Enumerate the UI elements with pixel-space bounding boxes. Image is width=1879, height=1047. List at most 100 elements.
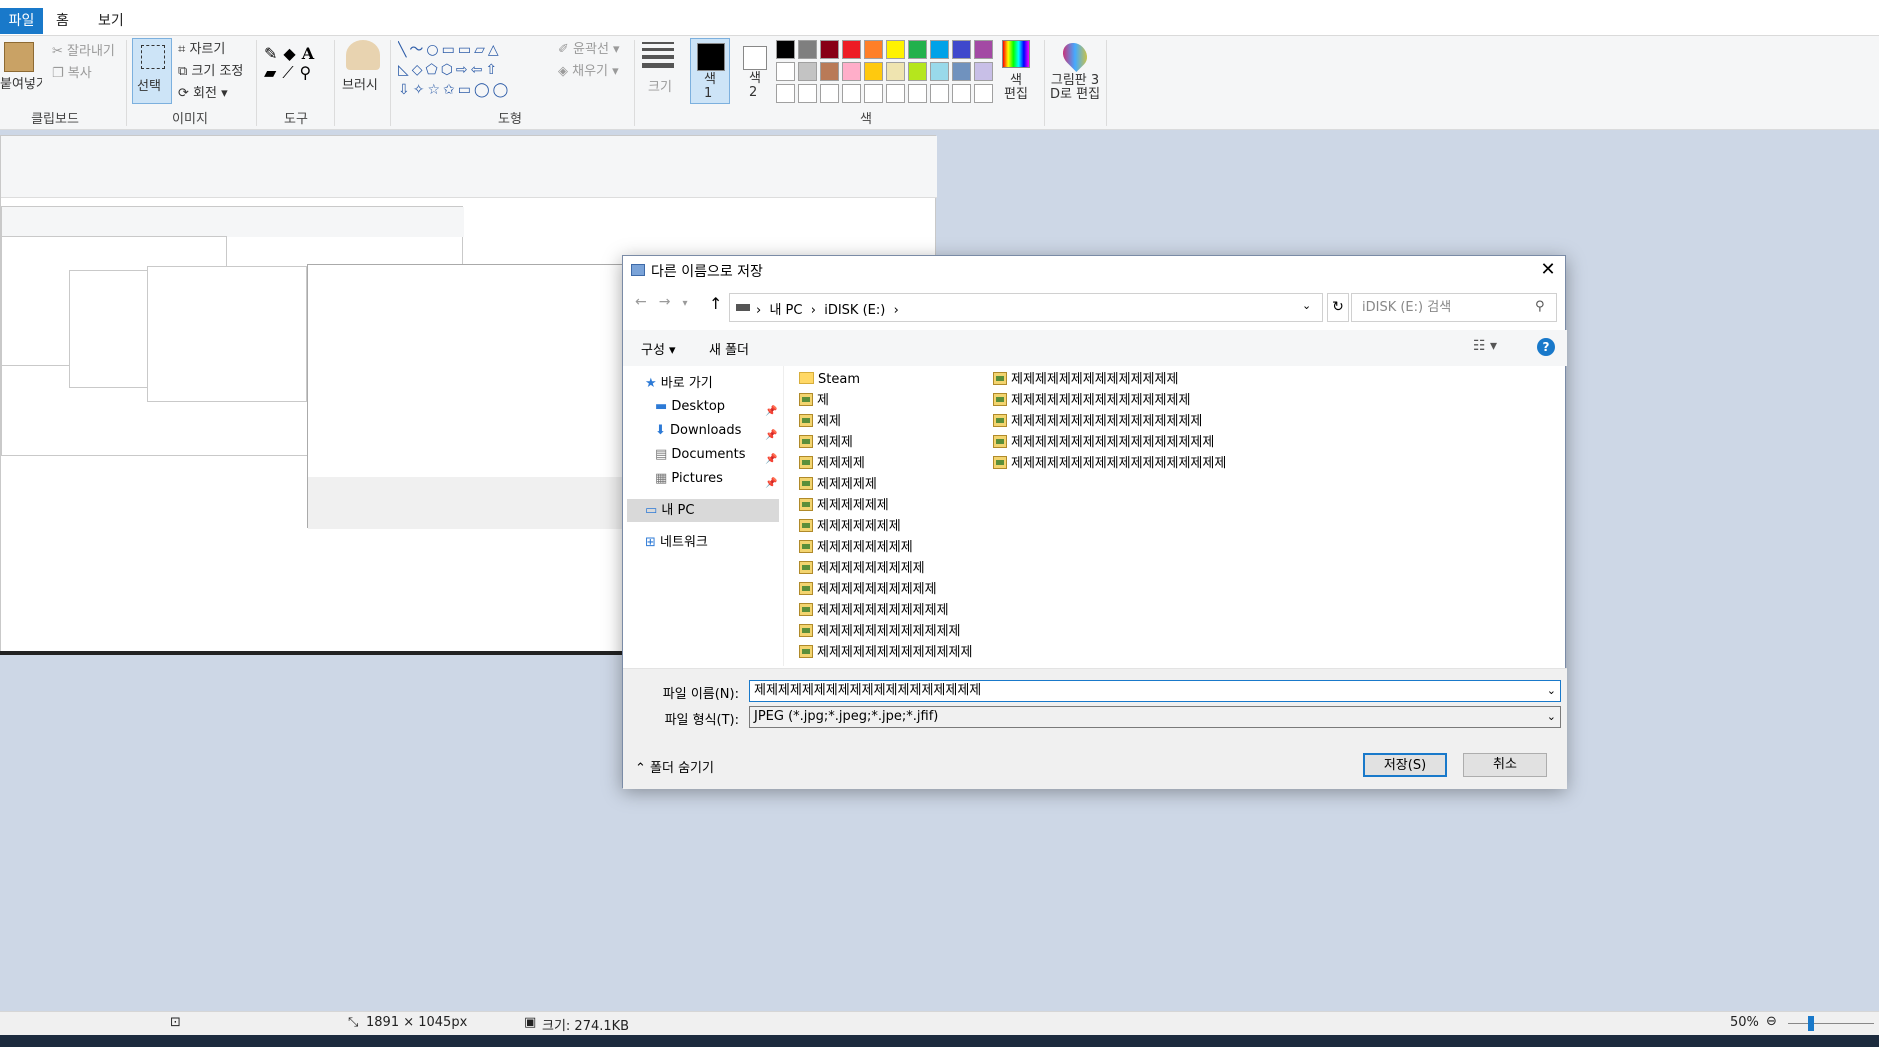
folder-item[interactable]: Steam [799,370,860,390]
color-picker-icon[interactable]: ⟋ [282,63,299,82]
palette-swatch[interactable] [974,62,993,81]
palette-swatch[interactable] [776,84,795,103]
palette-swatch[interactable] [820,84,839,103]
file-item[interactable]: 제제제제제제제제제제 [799,580,937,600]
shapes-gallery[interactable]: ╲〜○▭▭▱△ ◺◇⬠⬡⇨⇦⇧ ⇩✧☆✩▭◯◯ [398,40,546,100]
select-button[interactable]: 선택 [132,38,172,104]
nav-documents[interactable]: ▤ Documents [655,443,746,466]
palette-swatch[interactable] [776,40,795,59]
file-item[interactable]: 제제제제 [799,454,865,474]
palette-swatch[interactable] [952,62,971,81]
paste-button[interactable]: 붙여넣기 [0,73,42,92]
hide-folders-button[interactable]: ⌃ 폴더 숨기기 [635,757,714,776]
nav-quick-access[interactable]: ★ 바로 가기 [645,372,713,395]
fill-icon[interactable]: ◆ [283,44,301,63]
filename-input[interactable]: 제제제제제제제제제제제제제제제제제제제 ⌄ [749,680,1561,702]
file-item[interactable]: 제제제 [799,433,853,453]
close-icon[interactable]: ✕ [1531,256,1565,284]
brushes-button[interactable]: 브러시 [342,74,378,93]
zoom-out-icon[interactable]: ⊖ [1766,1014,1777,1029]
copy-button[interactable]: ❐ 복사 [52,62,92,81]
paint3d-button[interactable]: 그림판 3 D로 편집 [1050,74,1100,102]
file-item[interactable]: 제제제제제제제제제제제 [799,601,949,621]
cut-button[interactable]: ✂ 잘라내기 [52,40,115,59]
nav-pictures[interactable]: ▦ Pictures [655,467,723,490]
crop-button[interactable]: ⌗ 자르기 [178,38,225,57]
file-item[interactable]: 제제 [799,412,841,432]
file-item[interactable]: 제제제제제제제제제 [799,559,925,579]
chevron-down-icon[interactable]: ▾ [682,298,699,309]
nav-desktop[interactable]: ▬ Desktop [655,395,725,418]
search-input[interactable]: iDISK (E:) 검색 [1351,293,1557,322]
palette-swatch[interactable] [842,62,861,81]
size-button[interactable]: 크기 [648,76,672,95]
palette-swatch[interactable] [974,40,993,59]
chevron-down-icon[interactable]: ⌄ [1547,681,1556,701]
save-button[interactable]: 저장(S) [1363,753,1447,777]
cancel-button[interactable]: 취소 [1463,753,1547,777]
file-list[interactable]: Steam 제 제제 제제제 제제제제 제제제제제 제제제제제제 제제제제제제제 제제제제제제제… [799,366,1559,666]
palette-swatch[interactable] [886,40,905,59]
fill-button[interactable]: ◈ 채우기 ▾ [558,60,619,79]
edit-colors-button[interactable]: 색 편집 [1004,74,1028,102]
palette-swatch[interactable] [952,40,971,59]
file-item[interactable]: 제제제제제제제제제제제제제제제제제 [993,433,1214,453]
palette-swatch[interactable] [886,62,905,81]
palette-swatch[interactable] [930,84,949,103]
file-item[interactable]: 제제제제제제제제제제제제제제 [993,370,1178,390]
palette-swatch[interactable] [776,62,795,81]
pencil-icon[interactable]: ✎ [264,44,283,63]
arrow-shape-icon[interactable]: ⇩✧☆✩▭◯◯ [398,82,511,98]
palette-swatch[interactable] [864,62,883,81]
view-options-icon[interactable]: ☷ ▾ [1473,338,1497,354]
file-item[interactable]: 제제제제제제제제 [799,538,913,558]
file-item[interactable]: 제 [799,391,829,411]
outline-button[interactable]: ✐ 윤곽선 ▾ [558,38,620,57]
line-shape-icon[interactable]: ╲〜○▭▭▱△ [398,42,502,58]
up-arrow-icon[interactable]: ↑ [709,294,722,313]
tab-home[interactable]: 홈 [56,8,69,34]
back-arrow-icon[interactable]: ← [635,294,659,310]
file-item[interactable]: 제제제제제 [799,475,877,495]
help-icon[interactable]: ? [1537,338,1555,356]
triangle-shape-icon[interactable]: ◺◇⬠⬡⇨⇦⇧ [398,62,500,78]
palette-swatch[interactable] [798,62,817,81]
forward-arrow-icon[interactable]: → [659,294,683,310]
file-item[interactable]: 제제제제제제제 [799,517,901,537]
nav-downloads[interactable]: ⬇ Downloads [655,419,741,442]
filetype-select[interactable]: JPEG (*.jpg;*.jpeg;*.jpe;*.jfif) ⌄ [749,706,1561,728]
palette-swatch[interactable] [886,84,905,103]
text-icon[interactable]: A [302,44,320,63]
rotate-button[interactable]: ⟳ 회전 ▾ [178,82,228,101]
palette-swatch[interactable] [864,84,883,103]
palette-swatch[interactable] [820,40,839,59]
chevron-down-icon[interactable]: ⌄ [1302,299,1311,312]
nav-this-pc[interactable]: ▭ 내 PC [645,499,694,522]
palette-swatch[interactable] [930,62,949,81]
magnifier-icon[interactable]: ⚲ [300,63,318,82]
file-item[interactable]: 제제제제제제제제제제제제제제제제 [993,412,1202,432]
eraser-icon[interactable]: ▰ [264,63,282,82]
palette-swatch[interactable] [908,84,927,103]
breadcrumb-item-idisk[interactable]: iDISK (E:) [824,303,885,318]
breadcrumb-item-thispc[interactable]: 내 PC [769,303,802,318]
palette-swatch[interactable] [798,40,817,59]
color2-button[interactable]: 색 2 [740,38,770,104]
palette-swatch[interactable] [864,40,883,59]
new-folder-button[interactable]: 새 폴더 [709,339,749,358]
zoom-slider[interactable] [1788,1023,1874,1024]
tab-view[interactable]: 보기 [98,8,124,34]
organize-button[interactable]: 구성 ▾ [641,339,676,358]
file-item[interactable]: 제제제제제제제제제제제제제제제 [993,391,1190,411]
color-palette[interactable] [776,38,996,104]
tab-file[interactable]: 파일 [0,8,43,34]
file-item[interactable]: 제제제제제제제제제제제제 [799,622,961,642]
palette-swatch[interactable] [842,84,861,103]
chevron-down-icon[interactable]: ⌄ [1547,707,1556,727]
palette-swatch[interactable] [842,40,861,59]
palette-swatch[interactable] [974,84,993,103]
palette-swatch[interactable] [798,84,817,103]
file-item[interactable]: 제제제제제제제제제제제제제 [799,643,972,663]
resize-button[interactable]: ⧉ 크기 조정 [178,60,243,79]
address-bar[interactable]: › 내 PC › iDISK (E:) › ⌄ [729,293,1323,322]
